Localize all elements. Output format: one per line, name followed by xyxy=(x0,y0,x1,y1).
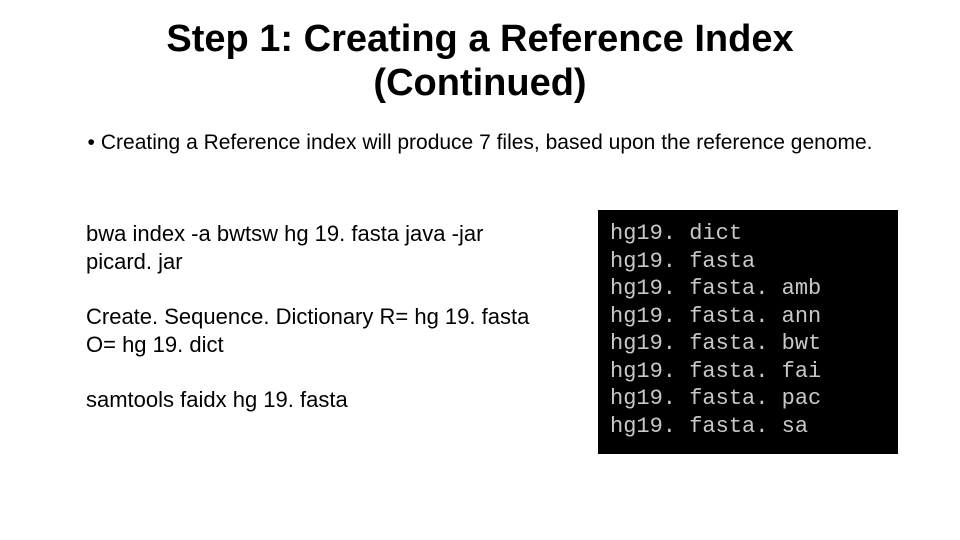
terminal-line: hg19. dict xyxy=(610,221,742,246)
terminal-line: hg19. fasta xyxy=(610,249,755,274)
terminal-line: hg19. fasta. ann xyxy=(610,304,821,329)
command-list: bwa index -a bwtsw hg 19. fasta java -ja… xyxy=(86,220,546,442)
bullet-item: • Creating a Reference index will produce… xyxy=(86,130,874,156)
title-line-2: (Continued) xyxy=(373,62,586,104)
title-line-1: Step 1: Creating a Reference Index xyxy=(166,18,793,60)
terminal-line: hg19. fasta. amb xyxy=(610,276,821,301)
terminal-line: hg19. fasta. sa xyxy=(610,414,808,439)
bullet-text: Creating a Reference index will produce … xyxy=(101,131,873,154)
slide: Step 1: Creating a Reference Index (Cont… xyxy=(0,0,960,540)
terminal-line: hg19. fasta. pac xyxy=(610,386,821,411)
command-line-1: bwa index -a bwtsw hg 19. fasta java -ja… xyxy=(86,220,546,275)
terminal-line: hg19. fasta. bwt xyxy=(610,331,821,356)
bullet-dot-icon: • xyxy=(88,130,95,156)
command-line-2: Create. Sequence. Dictionary R= hg 19. f… xyxy=(86,303,546,358)
slide-title: Step 1: Creating a Reference Index (Cont… xyxy=(0,18,960,105)
command-line-3: samtools faidx hg 19. fasta xyxy=(86,386,546,414)
terminal-line: hg19. fasta. fai xyxy=(610,359,821,384)
terminal-output: hg19. dict hg19. fasta hg19. fasta. amb … xyxy=(598,210,898,454)
